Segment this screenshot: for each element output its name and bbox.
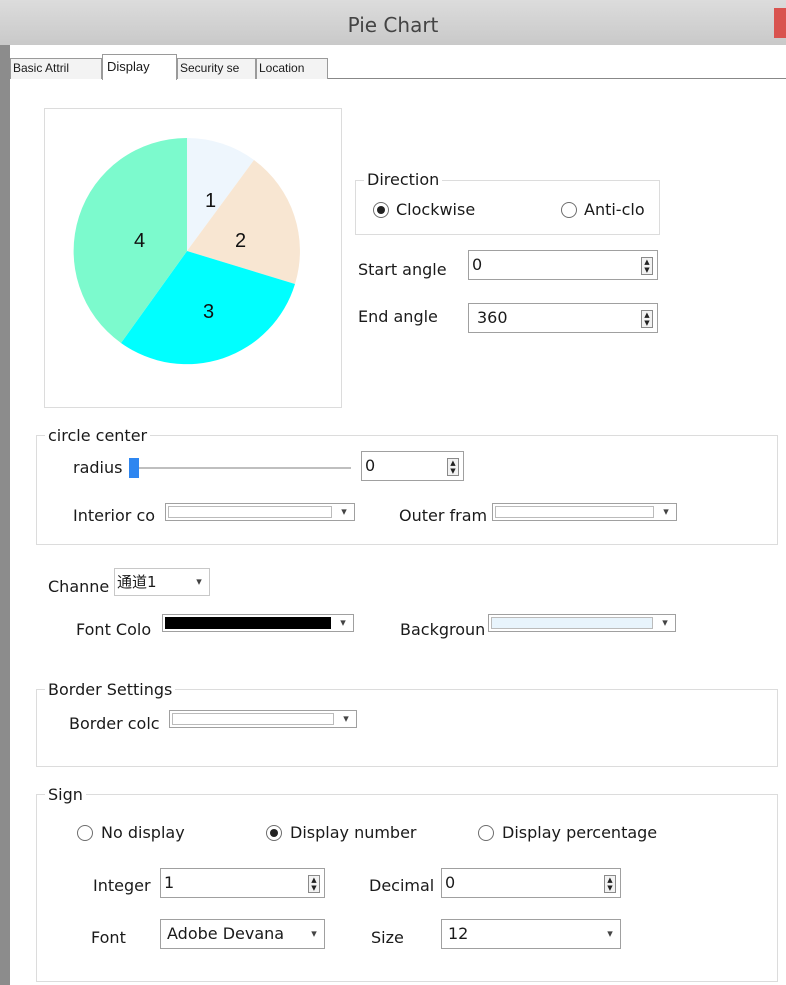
window-title: Pie Chart	[347, 13, 439, 37]
font-select[interactable]: Adobe Devana ▾	[160, 919, 325, 949]
border-settings-group: Border Settings Border colc ▾	[36, 681, 778, 767]
interior-color-select[interactable]: ▾	[165, 503, 355, 521]
chevron-down-icon: ▾	[341, 505, 347, 518]
integer-stepper[interactable]: ▲ ▼	[308, 875, 320, 893]
chevron-down-icon: ▾	[343, 712, 349, 725]
no-display-label: No display	[101, 823, 185, 842]
pie-label-3: 3	[203, 301, 214, 323]
font-label: Font	[91, 928, 126, 947]
start-angle-stepper[interactable]: ▲ ▼	[641, 257, 653, 275]
interior-color-label: Interior co	[73, 506, 156, 525]
tab-security-settings[interactable]: Security se	[177, 58, 256, 79]
decimal-input[interactable]: 0 ▲ ▼	[441, 868, 621, 898]
pie-label-4: 4	[134, 230, 145, 252]
channel-select[interactable]: 通道1 ▾	[114, 568, 210, 596]
circle-center-title: circle center	[45, 427, 151, 445]
display-percentage-label: Display percentage	[502, 823, 658, 842]
anticlockwise-radio[interactable]	[561, 202, 577, 218]
outer-frame-color-select[interactable]: ▾	[492, 503, 677, 521]
display-tab-panel: 1 2 3 4 Direction Clockwise Anti-clo Sta…	[10, 80, 786, 985]
border-color-label: Border colc	[69, 714, 160, 733]
chevron-down-icon: ▾	[196, 575, 202, 588]
outer-frame-label: Outer fram	[399, 506, 488, 525]
end-angle-input[interactable]: 360 ▲ ▼	[468, 303, 658, 333]
end-angle-label: End angle	[358, 307, 438, 326]
border-settings-title: Border Settings	[45, 681, 176, 699]
display-number-radio[interactable]	[266, 825, 282, 841]
direction-title: Direction	[364, 171, 443, 189]
sign-group: Sign No display Display number Display p…	[36, 786, 778, 982]
pie-label-1: 1	[205, 190, 216, 212]
tab-location[interactable]: Location	[256, 58, 328, 79]
radius-input[interactable]: 0 ▲ ▼	[361, 451, 464, 481]
radius-label: radius	[73, 458, 123, 477]
start-angle-input[interactable]: 0 ▲ ▼	[468, 250, 658, 280]
clockwise-label: Clockwise	[396, 200, 476, 219]
anticlockwise-label: Anti-clo	[584, 200, 645, 219]
chevron-down-icon: ▾	[311, 927, 317, 940]
display-percentage-radio[interactable]	[478, 825, 494, 841]
window-left-border	[0, 45, 10, 985]
integer-label: Integer	[93, 876, 151, 895]
background-label: Backgroun	[400, 620, 486, 639]
channel-label: Channe	[48, 577, 110, 596]
tab-strip: Basic Attril Display Security se Locatio…	[10, 54, 786, 80]
font-color-select[interactable]: ▾	[162, 614, 354, 632]
start-angle-label: Start angle	[358, 260, 447, 279]
chevron-down-icon: ▾	[607, 927, 613, 940]
chevron-down-icon: ▾	[340, 616, 346, 629]
close-button[interactable]	[774, 8, 786, 38]
integer-input[interactable]: 1 ▲ ▼	[160, 868, 325, 898]
size-label: Size	[371, 928, 404, 947]
decimal-label: Decimal	[369, 876, 435, 895]
background-color-select[interactable]: ▾	[488, 614, 676, 632]
direction-group: Direction Clockwise Anti-clo	[355, 171, 660, 235]
size-select[interactable]: 12 ▾	[441, 919, 621, 949]
radius-slider[interactable]	[129, 467, 351, 469]
clockwise-radio[interactable]	[373, 202, 389, 218]
tab-basic-attributes[interactable]: Basic Attril	[10, 58, 102, 79]
display-number-label: Display number	[290, 823, 417, 842]
radius-slider-thumb[interactable]	[129, 458, 139, 478]
circle-center-group: circle center radius 0 ▲ ▼ Interior co ▾ …	[36, 427, 778, 545]
border-color-select[interactable]: ▾	[169, 710, 357, 728]
chevron-down-icon: ▾	[663, 505, 669, 518]
tab-display[interactable]: Display	[102, 54, 177, 80]
decimal-stepper[interactable]: ▲ ▼	[604, 875, 616, 893]
radius-stepper[interactable]: ▲ ▼	[447, 458, 459, 476]
chevron-down-icon: ▾	[662, 616, 668, 629]
font-color-label: Font Colo	[76, 620, 152, 639]
title-bar: Pie Chart	[0, 0, 786, 45]
end-angle-stepper[interactable]: ▲ ▼	[641, 310, 653, 328]
sign-title: Sign	[45, 786, 86, 804]
pie-preview: 1 2 3 4	[44, 108, 342, 408]
no-display-radio[interactable]	[77, 825, 93, 841]
pie-label-2: 2	[235, 230, 246, 252]
